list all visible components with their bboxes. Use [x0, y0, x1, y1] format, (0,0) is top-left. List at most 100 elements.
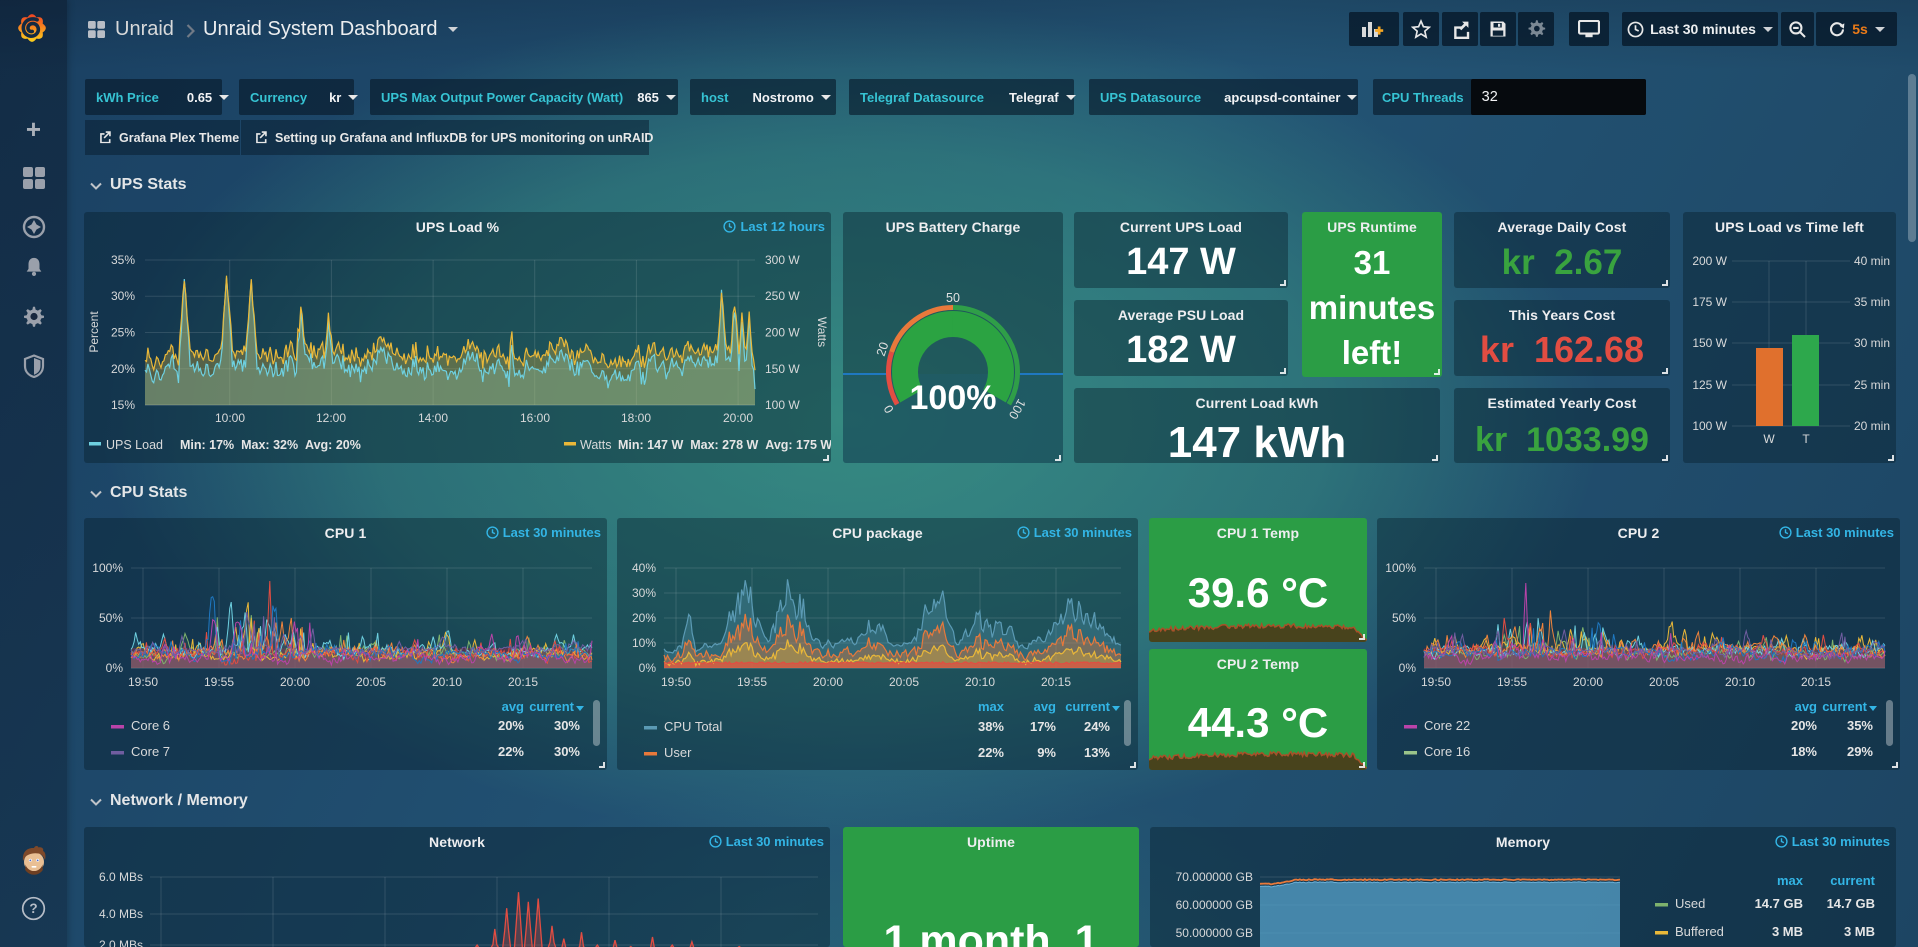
svg-text:24%: 24% — [1084, 719, 1110, 734]
svg-text:Core 16: Core 16 — [1424, 744, 1470, 759]
svg-text:6.0 MBs: 6.0 MBs — [99, 870, 143, 884]
svg-text:22%: 22% — [498, 744, 524, 759]
svg-text:60.000000 GB: 60.000000 GB — [1176, 898, 1253, 912]
svg-text:30 min: 30 min — [1854, 336, 1890, 350]
svg-text:User: User — [664, 745, 692, 760]
svg-text:current: current — [1830, 873, 1875, 888]
svg-text:200 W: 200 W — [1692, 254, 1727, 268]
svg-text:19:50: 19:50 — [1421, 675, 1451, 689]
svg-text:50%: 50% — [1392, 611, 1416, 625]
svg-text:250 W: 250 W — [765, 289, 800, 303]
svg-text:19:50: 19:50 — [661, 675, 691, 689]
svg-text:18%: 18% — [1791, 744, 1817, 759]
svg-text:20%: 20% — [1791, 718, 1817, 733]
svg-text:2.0 MBs: 2.0 MBs — [99, 938, 143, 947]
svg-text:Min: 147 W Max: 278 W Avg: 1: Min: 147 W Max: 278 W Avg: 175 W — [618, 438, 831, 452]
svg-text:current: current — [1065, 699, 1110, 714]
svg-text:T: T — [1802, 432, 1810, 446]
svg-text:0%: 0% — [1399, 661, 1417, 675]
svg-text:Used: Used — [1675, 896, 1705, 911]
svg-text:35%: 35% — [111, 253, 135, 267]
svg-text:20:15: 20:15 — [508, 675, 538, 689]
svg-text:25 min: 25 min — [1854, 378, 1890, 392]
svg-text:20:05: 20:05 — [356, 675, 386, 689]
svg-text:10:00: 10:00 — [215, 411, 245, 425]
svg-text:30%: 30% — [554, 718, 580, 733]
svg-text:20:10: 20:10 — [965, 675, 995, 689]
svg-text:300 W: 300 W — [765, 253, 800, 267]
svg-text:20%: 20% — [498, 718, 524, 733]
svg-text:Percent: Percent — [87, 311, 101, 353]
svg-text:150 W: 150 W — [1692, 336, 1727, 350]
svg-text:13%: 13% — [1084, 745, 1110, 760]
svg-text:20%: 20% — [111, 362, 135, 376]
svg-text:W: W — [1763, 432, 1775, 446]
svg-text:20:00: 20:00 — [1573, 675, 1603, 689]
svg-text:20:00: 20:00 — [723, 411, 753, 425]
svg-text:avg: avg — [1034, 699, 1056, 714]
svg-text:38%: 38% — [978, 719, 1004, 734]
svg-text:20:00: 20:00 — [813, 675, 843, 689]
svg-text:20:10: 20:10 — [432, 675, 462, 689]
svg-text:40%: 40% — [632, 561, 656, 575]
svg-text:100 W: 100 W — [1692, 419, 1727, 433]
svg-text:15%: 15% — [111, 398, 135, 412]
svg-text:25%: 25% — [111, 326, 135, 340]
svg-text:30%: 30% — [632, 586, 656, 600]
svg-text:35 min: 35 min — [1854, 295, 1890, 309]
svg-text:avg: avg — [1795, 699, 1817, 714]
svg-text:max: max — [978, 699, 1005, 714]
svg-text:18:00: 18:00 — [621, 411, 651, 425]
svg-text:150 W: 150 W — [765, 362, 800, 376]
svg-text:35%: 35% — [1847, 718, 1873, 733]
svg-text:19:55: 19:55 — [204, 675, 234, 689]
svg-text:Min: 17% Max: 32% Avg: 20%: Min: 17% Max: 32% Avg: 20% — [180, 438, 361, 452]
svg-text:Core 22: Core 22 — [1424, 718, 1470, 733]
svg-text:current: current — [529, 699, 574, 714]
svg-text:17%: 17% — [1030, 719, 1056, 734]
svg-text:?: ? — [29, 901, 37, 916]
svg-text:12:00: 12:00 — [316, 411, 346, 425]
svg-text:10%: 10% — [632, 636, 656, 650]
svg-text:Core 7: Core 7 — [131, 744, 170, 759]
svg-text:70.000000 GB: 70.000000 GB — [1176, 870, 1253, 884]
svg-text:Watts: Watts — [580, 438, 611, 452]
svg-text:20:15: 20:15 — [1801, 675, 1831, 689]
svg-text:14:00: 14:00 — [418, 411, 448, 425]
svg-text:Core 6: Core 6 — [131, 718, 170, 733]
svg-text:current: current — [1822, 699, 1867, 714]
svg-text:20:05: 20:05 — [889, 675, 919, 689]
svg-text:20:10: 20:10 — [1725, 675, 1755, 689]
svg-text:Buffered: Buffered — [1675, 924, 1724, 939]
svg-text:4.0 MBs: 4.0 MBs — [99, 907, 143, 921]
svg-text:100%: 100% — [910, 379, 997, 417]
svg-text:CPU Total: CPU Total — [664, 719, 722, 734]
svg-text:3 MB: 3 MB — [1844, 924, 1875, 939]
svg-text:19:55: 19:55 — [737, 675, 767, 689]
svg-text:20 min: 20 min — [1854, 419, 1890, 433]
svg-text:22%: 22% — [978, 745, 1004, 760]
svg-text:19:55: 19:55 — [1497, 675, 1527, 689]
svg-text:16:00: 16:00 — [520, 411, 550, 425]
svg-text:30%: 30% — [554, 744, 580, 759]
svg-text:175 W: 175 W — [1692, 295, 1727, 309]
svg-text:20:15: 20:15 — [1041, 675, 1071, 689]
svg-text:3 MB: 3 MB — [1772, 924, 1803, 939]
svg-text:19:50: 19:50 — [128, 675, 158, 689]
svg-text:20:00: 20:00 — [280, 675, 310, 689]
svg-text:0%: 0% — [106, 661, 124, 675]
svg-text:40 min: 40 min — [1854, 254, 1890, 268]
svg-text:29%: 29% — [1847, 744, 1873, 759]
svg-text:20:05: 20:05 — [1649, 675, 1679, 689]
svg-text:0%: 0% — [639, 661, 657, 675]
svg-text:14.7 GB: 14.7 GB — [1827, 896, 1875, 911]
svg-text:avg: avg — [502, 699, 524, 714]
svg-text:14.7 GB: 14.7 GB — [1755, 896, 1803, 911]
svg-text:30%: 30% — [111, 289, 135, 303]
svg-text:125 W: 125 W — [1692, 378, 1727, 392]
svg-text:200 W: 200 W — [765, 326, 800, 340]
svg-text:max: max — [1777, 873, 1804, 888]
svg-text:100 W: 100 W — [765, 398, 800, 412]
svg-text:100%: 100% — [1385, 561, 1416, 575]
svg-text:UPS Load: UPS Load — [106, 438, 163, 452]
